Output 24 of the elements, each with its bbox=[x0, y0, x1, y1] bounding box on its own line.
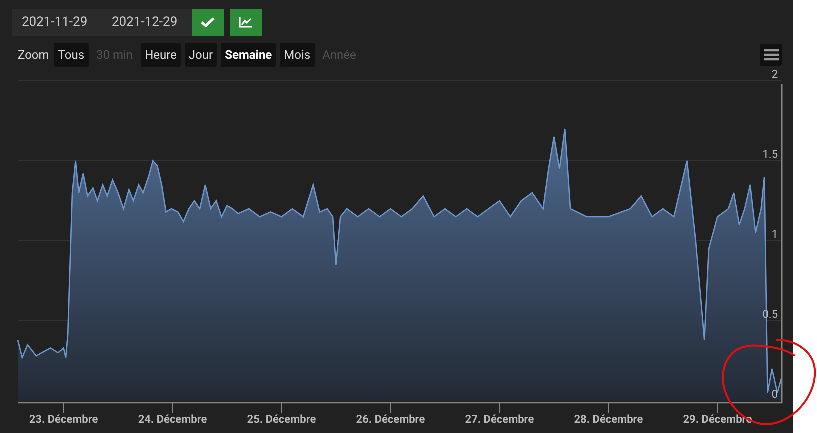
start-date-field[interactable]: 2021-11-29 bbox=[12, 9, 102, 36]
check-icon bbox=[201, 17, 215, 28]
menu-icon bbox=[764, 49, 778, 61]
zoom-button[interactable]: Mois bbox=[280, 43, 315, 67]
menu-button[interactable] bbox=[760, 44, 782, 66]
zoom-button[interactable]: Tous bbox=[54, 43, 89, 67]
x-tick-label: 28. Décembre bbox=[574, 413, 644, 426]
y-tick-label: 1 bbox=[772, 228, 778, 241]
x-tick-label: 26. Décembre bbox=[356, 413, 426, 426]
zoom-button[interactable]: Heure bbox=[141, 43, 181, 67]
chart-button[interactable] bbox=[230, 9, 262, 36]
chart-icon bbox=[239, 17, 253, 28]
y-tick-label: 0 bbox=[772, 388, 778, 401]
zoom-button[interactable]: Semaine bbox=[221, 43, 276, 67]
x-tick-label: 23. Décembre bbox=[29, 413, 98, 426]
x-tick-label: 25. Décembre bbox=[247, 413, 316, 426]
zoom-label: Zoom bbox=[18, 47, 50, 64]
y-tick-label: 2 bbox=[772, 70, 778, 81]
apply-button[interactable] bbox=[192, 9, 224, 36]
x-tick-label: 27. Décembre bbox=[465, 413, 534, 426]
y-tick-label: 1.5 bbox=[762, 148, 778, 161]
end-date-field[interactable]: 2021-12-29 bbox=[102, 9, 192, 36]
x-tick-label: 24. Décembre bbox=[138, 413, 208, 426]
zoom-button[interactable]: Jour bbox=[184, 43, 218, 67]
